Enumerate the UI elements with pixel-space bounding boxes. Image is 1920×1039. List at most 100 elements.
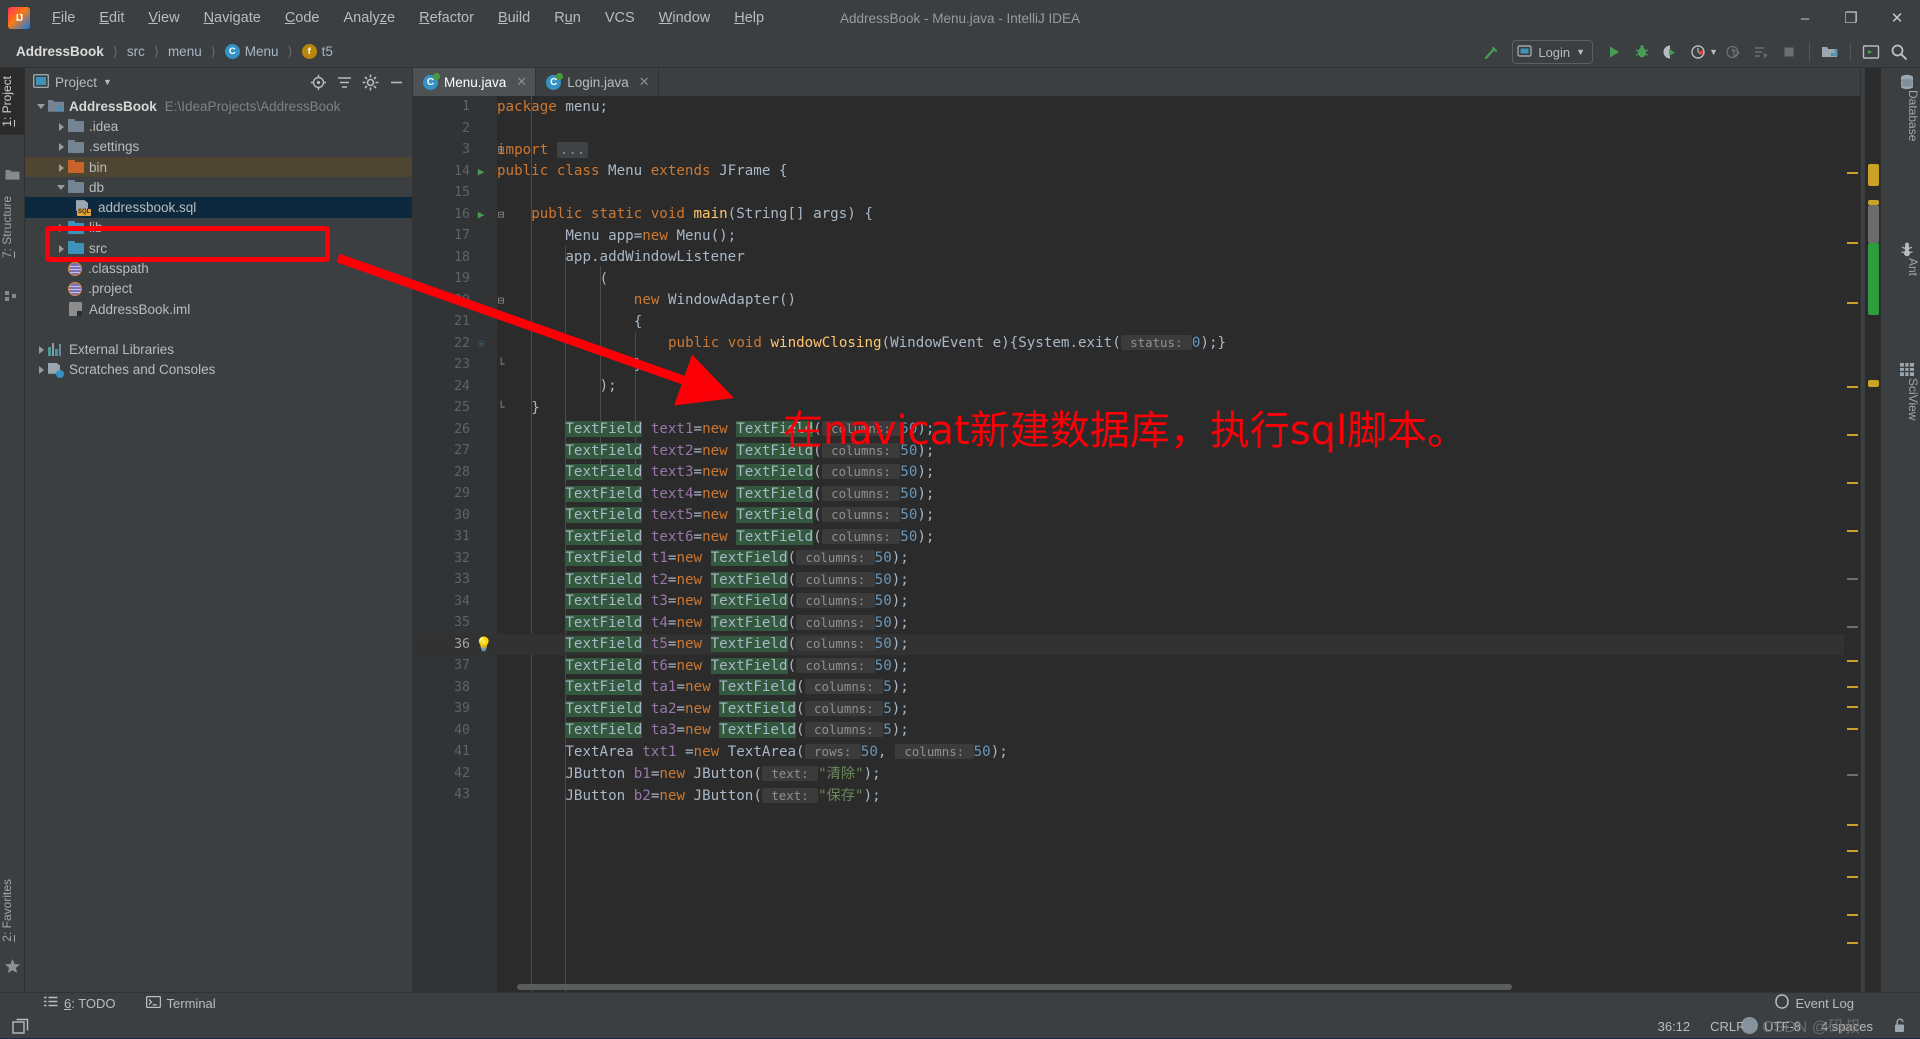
sidebar-item-structure[interactable]: 7: Structure	[0, 188, 25, 266]
code-line[interactable]: 3 ⊞ import ...	[413, 139, 1860, 161]
error-stripe-mark[interactable]	[1847, 728, 1858, 730]
expand-arrow-icon[interactable]	[55, 140, 68, 153]
profiler-chevron-icon[interactable]: ▼	[1709, 47, 1718, 57]
error-stripe-mark[interactable]	[1847, 482, 1858, 484]
error-stripe-mark[interactable]	[1847, 434, 1858, 436]
breadcrumb-class-menu[interactable]: C Menu	[221, 42, 283, 61]
tool-window-todo[interactable]: 6: TODO	[40, 995, 120, 1012]
menu-window[interactable]: Window	[647, 6, 723, 30]
code-line[interactable]: 29 TextField text4=new TextField( columns…	[413, 483, 1860, 505]
code-line[interactable]: 23 └}	[413, 354, 1860, 376]
code-line[interactable]: 39 TextField ta2=new TextField( columns: …	[413, 698, 1860, 720]
locate-file-icon[interactable]	[306, 70, 330, 94]
intention-bulb-icon[interactable]: 💡	[475, 637, 492, 653]
code-line[interactable]: 32 TextField t1=new TextField( columns: 5…	[413, 548, 1860, 570]
code-line[interactable]: 42 JButton b1=new JButton( text: "清除");	[413, 763, 1860, 785]
collapse-all-icon[interactable]	[332, 70, 356, 94]
code-line[interactable]: 14 ▶ public class Menu extends JFrame {	[413, 161, 1860, 183]
scrollbar-thumb[interactable]	[1868, 205, 1879, 243]
search-everywhere-icon[interactable]	[1886, 39, 1912, 65]
menu-file[interactable]: File	[40, 6, 87, 30]
code-line[interactable]: 37 TextField t6=new TextField( columns: 5…	[413, 655, 1860, 677]
tree-row-idea[interactable]: .idea	[25, 116, 412, 136]
breadcrumb-menu[interactable]: menu	[164, 42, 206, 61]
error-stripe-mark[interactable]	[1847, 302, 1858, 304]
code-line[interactable]: 36 💡 TextField t5=new TextField( columns: …	[413, 633, 1860, 655]
expand-arrow-icon[interactable]	[55, 221, 68, 234]
code-line[interactable]: 22 ☉ public void windowClosing(WindowEvent…	[413, 333, 1860, 355]
run-icon[interactable]	[1601, 39, 1627, 65]
error-stripe-mark[interactable]	[1847, 172, 1858, 174]
error-stripe-mark[interactable]	[1847, 626, 1858, 628]
menu-vcs[interactable]: VCS	[593, 6, 647, 30]
menu-code[interactable]: Code	[273, 6, 332, 30]
event-log-button[interactable]: Event Log	[1775, 994, 1854, 1012]
expand-arrow-icon[interactable]	[35, 100, 48, 113]
code-line[interactable]: 26 TextField text1=new TextField( columns…	[413, 419, 1860, 441]
tree-row-classpath[interactable]: .classpath	[25, 258, 412, 278]
hide-panel-icon[interactable]	[384, 70, 408, 94]
minimize-button[interactable]: –	[1782, 0, 1828, 36]
error-stripe-mark[interactable]	[1847, 774, 1858, 776]
code-line[interactable]: 31 TextField text6=new TextField( columns…	[413, 526, 1860, 548]
code-line[interactable]: 17 Menu app=new Menu();	[413, 225, 1860, 247]
error-stripe-mark[interactable]	[1847, 242, 1858, 244]
breadcrumb-project[interactable]: AddressBook	[12, 42, 108, 61]
tree-row-project-file[interactable]: .project	[25, 279, 412, 299]
tree-row-addressbook[interactable]: AddressBook E:\IdeaProjects\AddressBook	[25, 96, 412, 116]
expand-arrow-icon[interactable]	[55, 242, 68, 255]
caret-position[interactable]: 36:12	[1658, 1019, 1691, 1034]
code-line[interactable]: 1 package menu;	[413, 96, 1860, 118]
code-line[interactable]: 34 TextField t3=new TextField( columns: 5…	[413, 591, 1860, 613]
project-panel-title-group[interactable]: Project ▼	[32, 73, 112, 91]
tree-row-scratches[interactable]: Scratches and Consoles	[25, 360, 412, 380]
run-configuration-selector[interactable]: Login ▼	[1512, 40, 1594, 64]
code-line[interactable]: 15	[413, 182, 1860, 204]
expand-arrow-icon[interactable]	[35, 363, 48, 376]
tree-row-src[interactable]: src	[25, 238, 412, 258]
build-hammer-icon[interactable]	[1478, 39, 1504, 65]
tool-window-terminal[interactable]: Terminal	[142, 995, 220, 1012]
error-stripe-mark[interactable]	[1847, 386, 1858, 388]
error-stripe-mark[interactable]	[1847, 578, 1858, 580]
code-line[interactable]: 20 ⊟ new WindowAdapter()	[413, 290, 1860, 312]
breadcrumb-src[interactable]: src	[123, 42, 149, 61]
sidebar-item-favorites[interactable]: 2: Favorites	[0, 871, 25, 950]
run-with-coverage-icon[interactable]	[1657, 39, 1683, 65]
sidebar-item-project[interactable]: 1: Project	[0, 68, 25, 135]
code-line[interactable]: 40 TextField ta3=new TextField( columns: …	[413, 720, 1860, 742]
expand-arrow-icon[interactable]	[35, 343, 48, 356]
menu-run[interactable]: Run	[542, 6, 593, 30]
tree-row-settings[interactable]: .settings	[25, 137, 412, 157]
scrollbar-thumb[interactable]	[517, 984, 1512, 990]
expand-arrow-icon[interactable]	[55, 161, 68, 174]
run-gutter-icon[interactable]: ▶	[471, 165, 491, 178]
line-separator[interactable]: CRLF	[1710, 1019, 1744, 1034]
run-gutter-icon[interactable]: ▶	[471, 208, 491, 221]
debug-icon[interactable]	[1629, 39, 1655, 65]
chevron-down-icon[interactable]: ▼	[103, 77, 112, 87]
expand-arrow-icon[interactable]	[55, 181, 68, 194]
error-stripe-mark[interactable]	[1847, 942, 1858, 944]
error-stripe-mark[interactable]	[1847, 824, 1858, 826]
expand-arrow-icon[interactable]	[55, 120, 68, 133]
code-line[interactable]: 19 (	[413, 268, 1860, 290]
tab-login-java[interactable]: C Login.java ✕	[536, 68, 659, 96]
error-stripe-mark[interactable]	[1847, 686, 1858, 688]
menu-navigate[interactable]: Navigate	[192, 6, 273, 30]
code-line[interactable]: 24);	[413, 376, 1860, 398]
tree-row-addressbook-sql[interactable]: addressbook.sql	[25, 197, 412, 218]
close-button[interactable]: ✕	[1874, 0, 1920, 36]
close-icon[interactable]: ✕	[639, 74, 650, 90]
lock-open-icon[interactable]	[1893, 1018, 1906, 1036]
menu-help[interactable]: Help	[722, 6, 776, 30]
code-line[interactable]: 16 ▶ ⊟ public static void main(String[] arg…	[413, 204, 1860, 226]
error-stripe-mark[interactable]	[1847, 914, 1858, 916]
project-structure-icon[interactable]	[1817, 39, 1843, 65]
code-line[interactable]: 33 TextField t2=new TextField( columns: 5…	[413, 569, 1860, 591]
breadcrumb-field-t5[interactable]: f t5	[298, 42, 337, 61]
error-stripe-mark[interactable]	[1847, 530, 1858, 532]
toggle-toolwindows-icon[interactable]	[0, 1018, 40, 1035]
maximize-button[interactable]: ❐	[1828, 0, 1874, 36]
menu-build[interactable]: Build	[486, 6, 542, 30]
